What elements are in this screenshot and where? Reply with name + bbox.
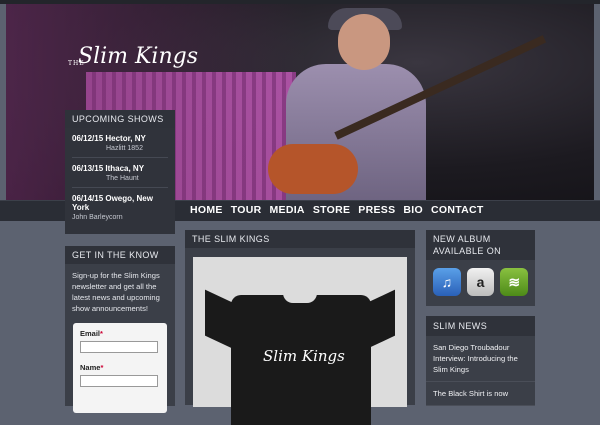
- newsletter-title: GET IN THE KNOW: [65, 246, 175, 264]
- show-item[interactable]: 06/14/15 Owego, New York John Barleycorn: [65, 188, 175, 221]
- name-field[interactable]: [80, 375, 158, 387]
- shirt-collar: [283, 293, 317, 303]
- shirt-logo: Slim Kings: [263, 347, 345, 365]
- main-title: THE SLIM KINGS: [185, 230, 415, 248]
- new-album-title: NEW ALBUM AVAILABLE ON: [426, 230, 535, 260]
- show-date-city: 06/12/15 Hector, NY: [72, 134, 146, 143]
- slim-news-title: SLIM NEWS: [426, 316, 535, 336]
- nav-contact[interactable]: CONTACT: [431, 204, 484, 216]
- name-label: Name*: [80, 363, 104, 372]
- show-date-city: 06/14/15 Owego, New York: [72, 194, 153, 212]
- nav-tour[interactable]: TOUR: [231, 204, 262, 216]
- show-venue: John Barleycorn: [72, 214, 123, 221]
- upcoming-shows-title: UPCOMING SHOWS: [65, 110, 175, 128]
- show-item[interactable]: 06/12/15 Hector, NY Hazlitt 1852: [65, 128, 175, 158]
- upcoming-shows-panel: UPCOMING SHOWS 06/12/15 Hector, NY Hazli…: [65, 110, 175, 234]
- show-item[interactable]: 06/13/15 Ithaca, NY The Haunt: [65, 158, 175, 188]
- tshirt-image[interactable]: Slim Kings: [193, 257, 407, 425]
- guitarist-head: [338, 14, 390, 70]
- new-album-panel: NEW ALBUM AVAILABLE ON ♫ a ≋: [426, 230, 535, 306]
- main-content-panel: THE SLIM KINGS Slim Kings: [185, 230, 415, 425]
- show-venue: Hazlitt 1852: [106, 145, 143, 152]
- nav-media[interactable]: MEDIA: [269, 204, 304, 216]
- spotify-icon[interactable]: ≋: [500, 268, 529, 296]
- slim-news-panel: SLIM NEWS San Diego Troubadour Interview…: [426, 316, 535, 406]
- show-date-city: 06/13/15 Ithaca, NY: [72, 164, 145, 173]
- nav-press[interactable]: PRESS: [358, 204, 395, 216]
- newsletter-text: Sign-up for the Slim Kings newsletter an…: [72, 271, 160, 313]
- logo-name: Slim Kings: [78, 44, 199, 69]
- email-label: Email*: [80, 329, 103, 338]
- newsletter-panel: GET IN THE KNOW Sign-up for the Slim Kin…: [65, 246, 175, 413]
- itunes-icon[interactable]: ♫: [433, 268, 461, 296]
- news-link[interactable]: The Black Shirt is now: [426, 382, 535, 406]
- email-field[interactable]: [80, 341, 158, 353]
- nav-home[interactable]: HOME: [190, 204, 223, 216]
- main-nav: HOME TOUR MEDIA STORE PRESS BIO CONTACT: [190, 200, 484, 220]
- guitar-body: [268, 144, 358, 194]
- news-link[interactable]: San Diego Troubadour Interview: Introduc…: [426, 336, 535, 382]
- amazon-icon[interactable]: a: [466, 268, 495, 296]
- store-icons: ♫ a ≋: [426, 260, 535, 304]
- nav-store[interactable]: STORE: [313, 204, 350, 216]
- show-venue: The Haunt: [106, 175, 139, 182]
- nav-bio[interactable]: BIO: [403, 204, 423, 216]
